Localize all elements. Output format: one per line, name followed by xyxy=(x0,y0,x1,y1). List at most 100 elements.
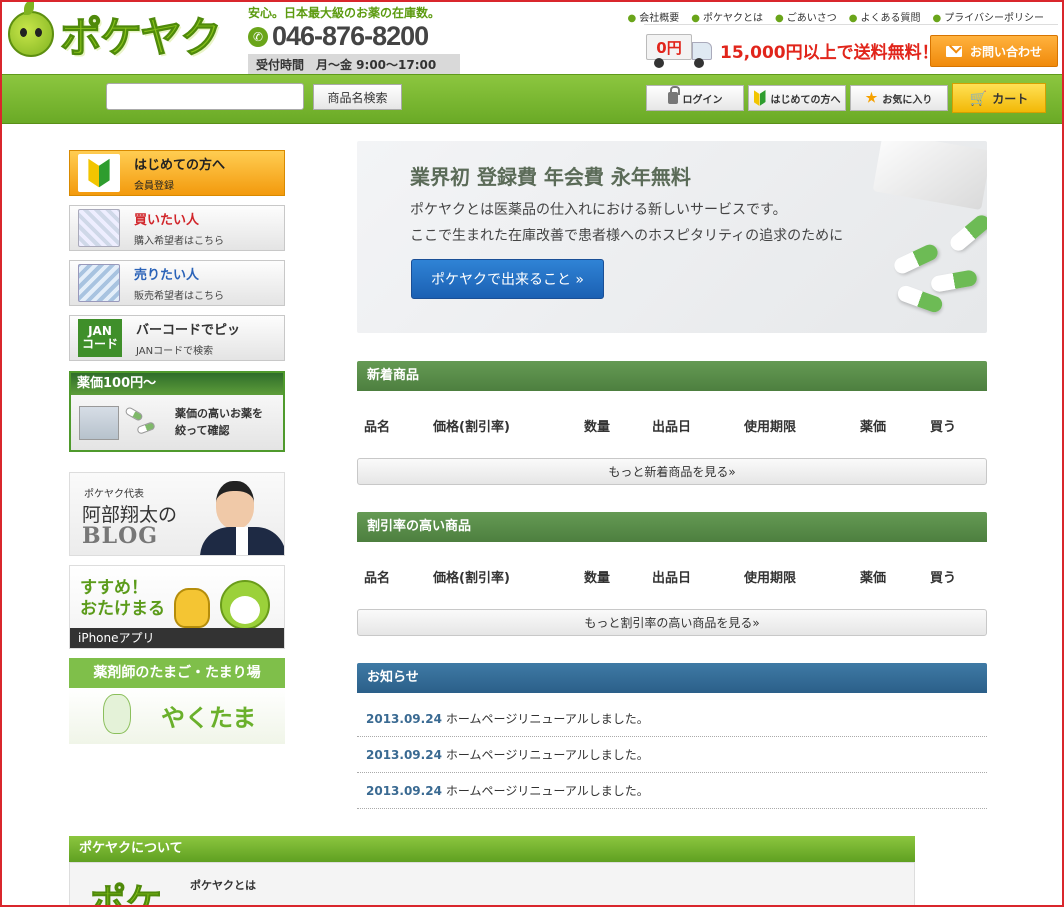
col-name: 品名 xyxy=(364,571,391,586)
tagline: 安心。日本最大級のお薬の在庫数。 xyxy=(248,6,441,20)
sprout-mascot-icon xyxy=(220,580,270,630)
link-faq[interactable]: ● よくある質問 xyxy=(849,9,921,24)
link-about[interactable]: ● ポケヤクとは xyxy=(691,9,763,24)
news-date: 2013.09.24 xyxy=(366,748,442,762)
col-buy: 買う xyxy=(930,571,957,586)
card-title: バーコードでピッ xyxy=(136,323,241,338)
login-label: ログイン xyxy=(682,94,723,106)
col-qty: 数量 xyxy=(584,571,611,586)
about-logo: ポケ xyxy=(89,882,163,907)
contact-button[interactable]: お問い合わせ xyxy=(930,35,1058,67)
card-title: はじめての方へ xyxy=(134,158,226,173)
discount-items-header: 割引率の高い商品 xyxy=(357,512,987,542)
pill-photo-icon xyxy=(79,405,119,440)
favorites-button[interactable]: ★ お気に入り xyxy=(850,85,948,111)
col-expiry: 使用期限 xyxy=(744,420,797,435)
col-drug-price: 薬価 xyxy=(860,571,887,586)
suit xyxy=(200,527,284,555)
beginner-mark-icon xyxy=(754,90,766,106)
bird-mascot-icon xyxy=(174,588,210,628)
mascot-icon xyxy=(8,1,54,57)
app-line2: おたけまる xyxy=(80,599,165,620)
new-items-header: 新着商品 xyxy=(357,361,987,391)
new-items-columns: 品名 価格(割引率) 数量 出品日 使用期限 薬価 買う xyxy=(357,416,987,436)
cart-button[interactable]: 🛒 カート xyxy=(952,83,1046,113)
jan-code-icon: JAN コード xyxy=(78,319,122,357)
news-item[interactable]: 2013.09.24 ホームページリニューアルしました。 xyxy=(357,737,987,773)
col-drug-price: 薬価 xyxy=(860,420,887,435)
bullet-icon: ● xyxy=(932,13,942,24)
yakutama-body: やくたま xyxy=(69,688,285,744)
phone-number: 046-876-8200 xyxy=(272,21,429,51)
pills-icon xyxy=(78,209,120,247)
link-greeting[interactable]: ● ごあいさつ xyxy=(775,9,837,24)
more-discount-items-button[interactable]: もっと割引率の高い商品を見る» xyxy=(357,609,987,636)
col-price: 価格(割引率) xyxy=(433,571,510,586)
what-you-can-do-button[interactable]: ポケヤクで出来ること » xyxy=(411,259,604,299)
card-title: 売りたい人 xyxy=(134,268,200,283)
face xyxy=(216,481,254,529)
link-company[interactable]: ● 会社概要 xyxy=(628,9,680,24)
bullet-icon: ● xyxy=(627,13,637,24)
blister-pack-image xyxy=(872,141,987,211)
price-text-line1: 薬価の高いお薬を xyxy=(175,407,263,420)
star-icon: ★ xyxy=(865,90,878,105)
search-input[interactable] xyxy=(106,83,304,110)
yakutama-banner[interactable]: 薬剤師のたまご・たまり場 やくたま xyxy=(69,658,285,744)
bullet-icon: ● xyxy=(774,13,784,24)
more-new-items-button[interactable]: もっと新着商品を見る» xyxy=(357,458,987,485)
price-body: 薬価の高いお薬を 絞って確認 xyxy=(71,395,283,450)
top-links: ● 会社概要 ● ポケヤクとは ● ごあいさつ ● よくある質問 ● プライバシーポリシー xyxy=(628,9,1044,24)
col-listed: 出品日 xyxy=(652,571,692,586)
card-sub: JANコードで検索 xyxy=(136,346,214,357)
col-listed: 出品日 xyxy=(652,420,692,435)
capsule-image xyxy=(929,269,979,293)
news-date: 2013.09.24 xyxy=(366,712,442,726)
first-time-button[interactable]: はじめての方へ xyxy=(748,85,846,111)
about-body: ポケ ポケヤクとは xyxy=(69,862,915,907)
contact-label: お問い合わせ xyxy=(969,44,1042,59)
link-privacy[interactable]: ● プライバシーポリシー xyxy=(932,9,1044,24)
sidebar-sell[interactable]: 売りたい人 販売希望者はこちら xyxy=(69,260,285,306)
jan-badge-line2: コード xyxy=(81,337,118,351)
cart-icon: 🛒 xyxy=(969,89,988,106)
site-logo[interactable]: ポケヤク xyxy=(8,1,240,62)
bullet-icon: ● xyxy=(848,13,858,24)
phone-block: 安心。日本最大級のお薬の在庫数。 ✆ 046-876-8200 受付時間 月〜金… xyxy=(248,4,462,75)
beginner-mark-icon xyxy=(78,154,120,192)
blog-line3: BLOG xyxy=(82,523,159,549)
sidebar-first-time[interactable]: はじめての方へ 会員登録 xyxy=(69,150,285,196)
price-filter-banner[interactable]: 薬価100円〜 薬価の高いお薬を 絞って確認 xyxy=(69,371,285,452)
card-sub: 販売希望者はこちら xyxy=(134,291,224,302)
bullet-icon: ● xyxy=(691,13,700,24)
wheel-icon xyxy=(654,58,664,68)
news-item[interactable]: 2013.09.24 ホームページリニューアルしました。 xyxy=(357,701,987,737)
capsule-image xyxy=(947,212,987,254)
sidebar-buy[interactable]: 買いたい人 購入希望者はこちら xyxy=(69,205,285,251)
news-text: ホームページリニューアルしました。 xyxy=(445,712,649,726)
col-expiry: 使用期限 xyxy=(744,571,797,586)
news-item[interactable]: 2013.09.24 ホームページリニューアルしました。 xyxy=(357,773,987,809)
truck-icon: 0円 xyxy=(646,32,716,68)
col-name: 品名 xyxy=(364,420,391,435)
phone-number-row: ✆ 046-876-8200 xyxy=(248,21,462,52)
price-head: 薬価100円〜 xyxy=(71,373,283,395)
price-text: 薬価の高いお薬を 絞って確認 xyxy=(175,406,263,439)
search-button[interactable]: 商品名検索 xyxy=(313,84,402,110)
login-button[interactable]: ログイン xyxy=(646,85,744,111)
ceo-photo xyxy=(200,473,284,555)
hero-banner: 業界初 登録費 年会費 永年無料 ポケヤクとは医薬品の仕入れにおける新しいサービ… xyxy=(357,141,987,333)
col-buy: 買う xyxy=(930,420,957,435)
hero-title: 業界初 登録費 年会費 永年無料 xyxy=(410,165,691,189)
sidebar-jan[interactable]: JAN コード バーコードでピッ JANコードで検索 xyxy=(69,315,285,361)
card-sub: 会員登録 xyxy=(134,181,174,192)
wheel-icon xyxy=(694,58,704,68)
news-header: お知らせ xyxy=(357,663,987,693)
business-hours: 受付時間 月〜金 9:00〜17:00 xyxy=(248,54,460,75)
iphone-app-banner[interactable]: すすめ！ おたけまる iPhoneアプリ xyxy=(69,565,285,649)
phone-icon: ✆ xyxy=(248,26,268,47)
card-sub: 購入希望者はこちら xyxy=(134,236,224,247)
blog-banner[interactable]: ポケヤク代表 阿部翔太の BLOG xyxy=(69,472,285,556)
egg-mascot-icon xyxy=(103,694,131,734)
shipping-price: 0円 xyxy=(646,34,692,60)
